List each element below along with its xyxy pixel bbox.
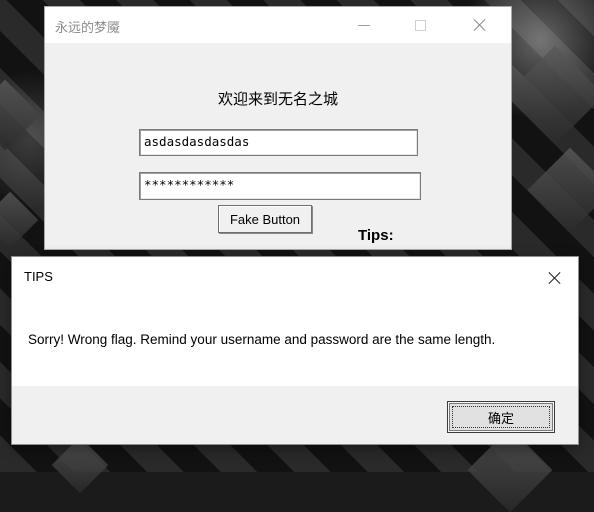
message-box-close-button[interactable] xyxy=(544,267,566,289)
password-input[interactable]: ************ xyxy=(139,172,421,200)
message-box-title: TIPS xyxy=(24,269,53,284)
window-title: 永远的梦魇 xyxy=(55,21,121,36)
welcome-heading: 欢迎来到无名之城 xyxy=(217,90,338,108)
ok-button[interactable]: 确定 xyxy=(447,401,555,433)
minimize-button[interactable] xyxy=(341,7,387,43)
close-button[interactable] xyxy=(457,7,503,43)
fake-button[interactable]: Fake Button xyxy=(218,205,312,233)
close-icon xyxy=(548,271,562,285)
minimize-icon xyxy=(358,24,370,26)
close-icon xyxy=(473,18,487,32)
username-input[interactable]: asdasdasdasdas xyxy=(139,129,418,156)
tips-label: Tips: xyxy=(358,227,394,244)
message-text: Sorry! Wrong flag. Remind your username … xyxy=(28,332,496,347)
maximize-icon xyxy=(414,19,426,31)
maximize-button[interactable] xyxy=(397,7,443,43)
message-box: TIPS Sorry! Wrong flag. Remind your user… xyxy=(12,257,578,444)
main-window: 永远的梦魇 欢迎来到无名之城 asdasdasdasdas **********… xyxy=(45,7,511,249)
main-titlebar[interactable]: 永远的梦魇 xyxy=(45,7,511,43)
